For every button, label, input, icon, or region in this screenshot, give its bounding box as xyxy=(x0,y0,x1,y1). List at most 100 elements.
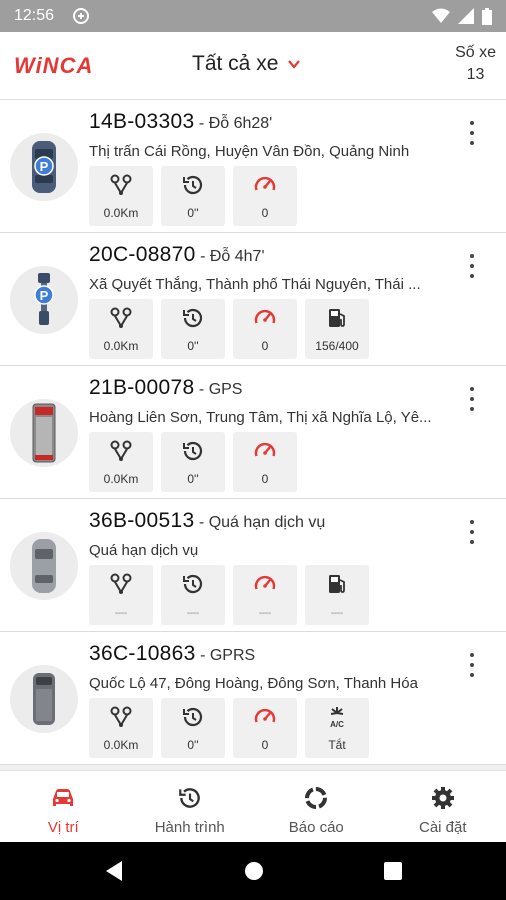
distance-value: 0.0Km xyxy=(103,206,139,220)
history-icon xyxy=(178,788,200,808)
fuel-metric: — xyxy=(305,565,369,625)
speed-metric: 0 xyxy=(233,432,297,492)
svg-text:P: P xyxy=(40,159,49,174)
vehicle-card[interactable]: P 20C-08870 - Đỗ 4h7' Xã Quyết Thắng, Th… xyxy=(0,233,506,366)
vehicle-card[interactable]: 36B-00513 - Quá hạn dịch vụ Quá hạn dịch… xyxy=(0,499,506,632)
speed-value: 0 xyxy=(261,472,269,486)
fuel-metric: 156/400 xyxy=(305,299,369,359)
duration-value: 0'' xyxy=(187,472,199,486)
speedometer-icon xyxy=(254,575,276,590)
speedometer-icon xyxy=(254,442,276,457)
plate-number: 36B-00513 xyxy=(89,509,195,532)
fuel-value: 156/400 xyxy=(315,339,359,353)
vehicle-list[interactable]: P 14B-03303 - Đỗ 6h28' Thị trấn Cái Rồng… xyxy=(0,100,506,770)
vehicle-status: - Đỗ 4h7' xyxy=(195,248,265,265)
vehicle-card[interactable]: 36C-10863 - GPRS Quốc Lộ 47, Đông Hoàng,… xyxy=(0,632,506,765)
plate-number: 36C-10863 xyxy=(89,642,196,665)
distance-icon xyxy=(110,706,132,727)
nav-label: Cài đặt xyxy=(418,819,467,836)
nav-report[interactable]: Báo cáo xyxy=(253,771,380,842)
history-icon xyxy=(183,441,203,461)
fuel-value: — xyxy=(331,605,343,619)
speedometer-icon xyxy=(254,176,276,191)
distance-value: 0.0Km xyxy=(103,472,139,486)
history-icon xyxy=(183,707,203,727)
distance-value: 0.0Km xyxy=(103,339,139,353)
vehicle-status: - GPRS xyxy=(195,647,256,664)
duration-metric: 0'' xyxy=(161,698,225,758)
speedometer-icon xyxy=(254,708,276,723)
vehicle-status: - GPS xyxy=(194,381,243,398)
nav-journey[interactable]: Hành trình xyxy=(127,771,254,842)
metrics-row: 0.0Km 0'' 0 xyxy=(89,432,297,492)
home-icon[interactable] xyxy=(244,861,264,881)
more-options-icon[interactable] xyxy=(460,251,484,281)
system-navigation-bar xyxy=(0,842,506,900)
more-options-icon[interactable] xyxy=(460,384,484,414)
metrics-row: 0.0Km 0'' 0 A/C Tắt xyxy=(89,698,369,758)
vehicle-card[interactable]: 21B-00078 - GPS Hoàng Liên Sơn, Trung Tâ… xyxy=(0,366,506,499)
vehicle-address: Xã Quyết Thắng, Thành phố Thái Nguyên, T… xyxy=(89,276,421,293)
history-icon xyxy=(183,308,203,328)
metrics-row: 0.0Km 0'' 0 156/400 xyxy=(89,299,369,359)
nav-settings[interactable]: Cài đặt xyxy=(380,771,506,842)
recents-icon[interactable] xyxy=(384,862,402,880)
svg-text:P: P xyxy=(40,288,49,303)
duration-metric: 0'' xyxy=(161,432,225,492)
more-options-icon[interactable] xyxy=(460,118,484,148)
signal-icon xyxy=(458,8,474,24)
wifi-icon xyxy=(432,8,450,23)
fuel-icon xyxy=(329,575,345,593)
distance-icon xyxy=(110,440,132,461)
nav-location[interactable]: Vị trí xyxy=(0,771,127,842)
ac-icon: A/C xyxy=(330,707,344,729)
duration-metric: — xyxy=(161,565,225,625)
vehicle-filter-dropdown[interactable]: Tất cả xe xyxy=(192,52,302,76)
distance-metric: 0.0Km xyxy=(89,698,153,758)
nav-label: Vị trí xyxy=(47,819,79,836)
speed-value: 0 xyxy=(261,206,269,220)
distance-icon xyxy=(110,573,132,594)
distance-metric: 0.0Km xyxy=(89,166,153,226)
parked-truck-icon: P xyxy=(10,266,78,334)
distance-icon xyxy=(110,307,132,328)
speed-metric: 0 xyxy=(233,166,297,226)
car-icon xyxy=(10,532,78,600)
svg-text:A/C: A/C xyxy=(330,720,344,729)
duration-value: 0'' xyxy=(187,206,199,220)
distance-metric: — xyxy=(89,565,153,625)
speed-metric: — xyxy=(233,565,297,625)
speedometer-icon xyxy=(254,309,276,324)
metrics-row: — — — — xyxy=(89,565,369,625)
vehicle-count: Số xe 13 xyxy=(455,42,496,86)
vehicle-card[interactable]: P 14B-03303 - Đỗ 6h28' Thị trấn Cái Rồng… xyxy=(0,100,506,233)
bus-icon xyxy=(10,399,78,467)
metrics-row: 0.0Km 0'' 0 xyxy=(89,166,297,226)
nav-label: Báo cáo xyxy=(288,819,344,836)
app-bar: WiNCA Tất cả xe Số xe 13 xyxy=(0,32,506,100)
fuel-icon xyxy=(329,309,345,327)
distance-metric: 0.0Km xyxy=(89,432,153,492)
duration-value: 0'' xyxy=(187,738,199,752)
duration-value: — xyxy=(187,605,199,619)
vehicle-address: Thị trấn Cái Rồng, Huyện Vân Đồn, Quảng … xyxy=(89,143,410,160)
speed-value: — xyxy=(259,605,271,619)
plate-number: 14B-03303 xyxy=(89,110,195,133)
report-icon xyxy=(305,787,328,809)
speed-value: 0 xyxy=(261,339,269,353)
back-icon[interactable] xyxy=(104,860,124,882)
plate-number: 21B-00078 xyxy=(89,376,195,399)
vehicle-address: Hoàng Liên Sơn, Trung Tâm, Thị xã Nghĩa … xyxy=(89,409,432,426)
history-icon xyxy=(183,574,203,594)
duration-metric: 0'' xyxy=(161,299,225,359)
van-icon xyxy=(10,665,78,733)
ac-value: Tắt xyxy=(328,738,346,752)
more-options-icon[interactable] xyxy=(460,517,484,547)
page-title: Tất cả xe xyxy=(192,52,279,75)
more-options-icon[interactable] xyxy=(460,650,484,680)
clock: 12:56 xyxy=(14,7,55,24)
history-icon xyxy=(183,175,203,195)
nav-label: Hành trình xyxy=(154,819,225,836)
sync-icon xyxy=(73,8,90,24)
status-bar: 12:56 xyxy=(0,0,506,32)
